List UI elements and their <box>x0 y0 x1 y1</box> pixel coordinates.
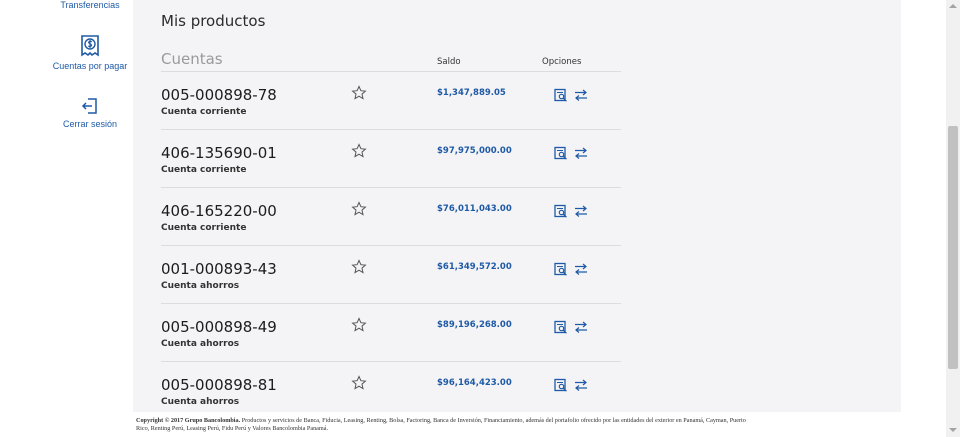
account-number[interactable]: 005-000898-81 <box>161 376 277 394</box>
scroll-thumb[interactable] <box>948 126 958 369</box>
account-balance: $1,347,889.05 <box>437 88 506 98</box>
account-detail-icon[interactable] <box>554 204 568 218</box>
footer-copyright: Copyright © 2017 Grupo Bancolombia. <box>136 417 241 424</box>
account-type: Cuenta ahorros <box>161 339 240 349</box>
table-row[interactable]: 406-135690-01 Cuenta corriente $97,975,000… <box>161 130 621 188</box>
sidebar: Transferencias Cuentas por pagar Cerrar … <box>0 0 133 437</box>
scroll-up-arrow-icon[interactable] <box>949 4 957 8</box>
account-type: Cuenta corriente <box>161 107 247 117</box>
accounts-table: Cuentas Saldo Opciones 005-000898-78 Cuen… <box>161 48 621 412</box>
account-number[interactable]: 406-165220-00 <box>161 202 277 220</box>
account-type: Cuenta ahorros <box>161 281 240 291</box>
account-detail-icon[interactable] <box>554 378 568 392</box>
table-row[interactable]: 001-000893-43 Cuenta ahorros $61,349,572.0… <box>161 246 621 304</box>
account-balance: $97,975,000.00 <box>437 146 512 156</box>
main-panel: Mis productos Cuentas Saldo Opciones 005… <box>133 0 901 412</box>
star-icon[interactable] <box>351 375 367 391</box>
account-number[interactable]: 005-000898-49 <box>161 318 277 336</box>
account-number[interactable]: 001-000893-43 <box>161 260 277 278</box>
account-type: Cuenta corriente <box>161 165 247 175</box>
receipt-dollar-icon <box>81 35 99 57</box>
table-row[interactable]: 406-165220-00 Cuenta corriente $76,011,043… <box>161 188 621 246</box>
transfer-arrows-icon[interactable] <box>574 146 588 160</box>
transfer-arrows-icon[interactable] <box>574 204 588 218</box>
account-balance: $89,196,268.00 <box>437 320 512 330</box>
transfer-arrows-icon[interactable] <box>574 262 588 276</box>
account-type: Cuenta corriente <box>161 223 247 233</box>
table-header: Cuentas Saldo Opciones <box>161 48 621 72</box>
column-header-opciones: Opciones <box>542 57 582 67</box>
account-detail-icon[interactable] <box>554 88 568 102</box>
section-title: Cuentas <box>161 50 223 68</box>
account-number[interactable]: 406-135690-01 <box>161 144 277 162</box>
account-balance: $61,349,572.00 <box>437 262 512 272</box>
transfer-arrows-icon[interactable] <box>574 378 588 392</box>
account-balance: $96,164,423.00 <box>437 378 512 388</box>
table-row[interactable]: 005-000898-49 Cuenta ahorros $89,196,268.0… <box>161 304 621 362</box>
star-icon[interactable] <box>351 317 367 333</box>
transfer-arrows-icon[interactable] <box>574 88 588 102</box>
star-icon[interactable] <box>351 201 367 217</box>
star-icon[interactable] <box>351 85 367 101</box>
account-detail-icon[interactable] <box>554 262 568 276</box>
scroll-down-arrow-icon[interactable] <box>949 428 957 432</box>
account-detail-icon[interactable] <box>554 320 568 334</box>
column-header-saldo: Saldo <box>437 57 461 67</box>
star-icon[interactable] <box>351 143 367 159</box>
transfer-arrows-icon[interactable] <box>574 320 588 334</box>
footer: Copyright © 2017 Grupo Bancolombia. Prod… <box>136 417 756 433</box>
account-number[interactable]: 005-000898-78 <box>161 86 277 104</box>
star-icon[interactable] <box>351 259 367 275</box>
page-title: Mis productos <box>161 12 266 30</box>
account-detail-icon[interactable] <box>554 146 568 160</box>
logout-icon <box>81 98 97 114</box>
account-balance: $76,011,043.00 <box>437 204 512 214</box>
account-type: Cuenta ahorros <box>161 397 240 407</box>
table-row[interactable]: 005-000898-78 Cuenta corriente $1,347,889.… <box>161 72 621 130</box>
table-row[interactable]: 005-000898-81 Cuenta ahorros $96,164,423.0… <box>161 362 621 412</box>
scrollbar[interactable] <box>946 0 960 437</box>
